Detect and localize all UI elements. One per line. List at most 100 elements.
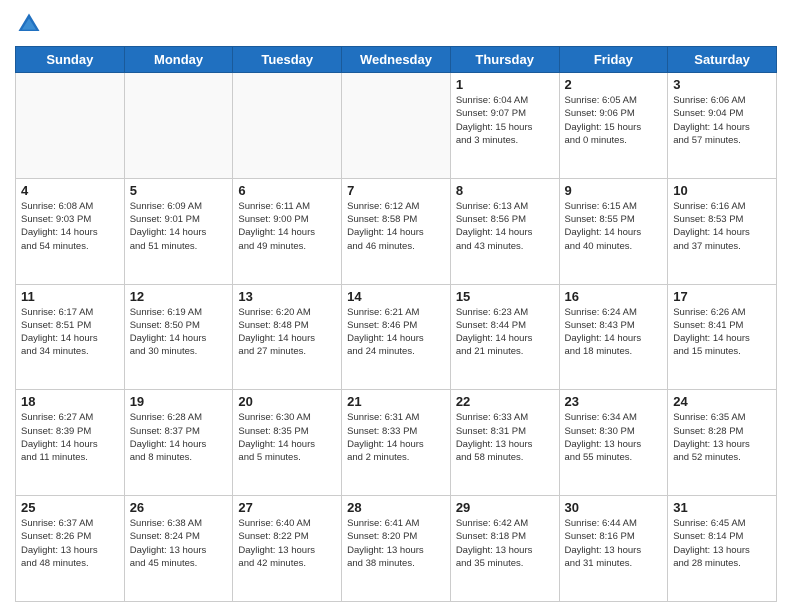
day-number: 21 [347, 394, 445, 409]
calendar-cell: 28 Sunrise: 6:41 AM Sunset: 8:20 PM Dayli… [342, 496, 451, 602]
calendar-cell: 16 Sunrise: 6:24 AM Sunset: 8:43 PM Dayli… [559, 284, 668, 390]
day-info: Sunrise: 6:35 AM Sunset: 8:28 PM Dayligh… [673, 411, 771, 464]
day-info: Sunrise: 6:34 AM Sunset: 8:30 PM Dayligh… [565, 411, 663, 464]
calendar-cell: 3 Sunrise: 6:06 AM Sunset: 9:04 PM Daylig… [668, 73, 777, 179]
calendar-header-row: SundayMondayTuesdayWednesdayThursdayFrid… [16, 47, 777, 73]
day-number: 27 [238, 500, 336, 515]
header [15, 10, 777, 38]
calendar-cell: 1 Sunrise: 6:04 AM Sunset: 9:07 PM Daylig… [450, 73, 559, 179]
calendar-cell: 18 Sunrise: 6:27 AM Sunset: 8:39 PM Dayli… [16, 390, 125, 496]
day-number: 29 [456, 500, 554, 515]
day-number: 6 [238, 183, 336, 198]
day-info: Sunrise: 6:28 AM Sunset: 8:37 PM Dayligh… [130, 411, 228, 464]
calendar-cell: 23 Sunrise: 6:34 AM Sunset: 8:30 PM Dayli… [559, 390, 668, 496]
day-number: 28 [347, 500, 445, 515]
day-number: 16 [565, 289, 663, 304]
calendar-cell: 22Sunrise: 6:33 AM Sunset: 8:31 PM Dayli… [450, 390, 559, 496]
day-number: 26 [130, 500, 228, 515]
calendar-cell: 11 Sunrise: 6:17 AM Sunset: 8:51 PM Dayli… [16, 284, 125, 390]
day-number: 2 [565, 77, 663, 92]
day-number: 7 [347, 183, 445, 198]
day-number: 14 [347, 289, 445, 304]
day-number: 3 [673, 77, 771, 92]
day-number: 19 [130, 394, 228, 409]
day-number: 1 [456, 77, 554, 92]
day-info: Sunrise: 6:40 AM Sunset: 8:22 PM Dayligh… [238, 517, 336, 570]
calendar-cell [16, 73, 125, 179]
calendar-header-saturday: Saturday [668, 47, 777, 73]
calendar-table: SundayMondayTuesdayWednesdayThursdayFrid… [15, 46, 777, 602]
day-number: 15 [456, 289, 554, 304]
day-info: Sunrise: 6:16 AM Sunset: 8:53 PM Dayligh… [673, 200, 771, 253]
page: SundayMondayTuesdayWednesdayThursdayFrid… [0, 0, 792, 612]
day-info: Sunrise: 6:20 AM Sunset: 8:48 PM Dayligh… [238, 306, 336, 359]
calendar-cell: 30 Sunrise: 6:44 AM Sunset: 8:16 PM Dayli… [559, 496, 668, 602]
day-info: Sunrise: 6:04 AM Sunset: 9:07 PM Dayligh… [456, 94, 554, 147]
day-info: Sunrise: 6:30 AM Sunset: 8:35 PM Dayligh… [238, 411, 336, 464]
day-number: 11 [21, 289, 119, 304]
day-number: 20 [238, 394, 336, 409]
day-info: Sunrise: 6:31 AM Sunset: 8:33 PM Dayligh… [347, 411, 445, 464]
calendar-cell: 12Sunrise: 6:19 AM Sunset: 8:50 PM Dayli… [124, 284, 233, 390]
day-info: Sunrise: 6:19 AM Sunset: 8:50 PM Dayligh… [130, 306, 228, 359]
day-number: 9 [565, 183, 663, 198]
calendar-cell: 14Sunrise: 6:21 AM Sunset: 8:46 PM Dayli… [342, 284, 451, 390]
calendar-week-2: 4 Sunrise: 6:08 AM Sunset: 9:03 PM Daylig… [16, 178, 777, 284]
day-info: Sunrise: 6:12 AM Sunset: 8:58 PM Dayligh… [347, 200, 445, 253]
day-info: Sunrise: 6:13 AM Sunset: 8:56 PM Dayligh… [456, 200, 554, 253]
day-number: 5 [130, 183, 228, 198]
calendar-header-wednesday: Wednesday [342, 47, 451, 73]
day-number: 23 [565, 394, 663, 409]
day-number: 31 [673, 500, 771, 515]
day-info: Sunrise: 6:11 AM Sunset: 9:00 PM Dayligh… [238, 200, 336, 253]
calendar-cell: 26 Sunrise: 6:38 AM Sunset: 8:24 PM Dayli… [124, 496, 233, 602]
calendar-cell: 19 Sunrise: 6:28 AM Sunset: 8:37 PM Dayli… [124, 390, 233, 496]
calendar-cell: 9Sunrise: 6:15 AM Sunset: 8:55 PM Daylig… [559, 178, 668, 284]
day-number: 17 [673, 289, 771, 304]
day-info: Sunrise: 6:38 AM Sunset: 8:24 PM Dayligh… [130, 517, 228, 570]
calendar-cell: 4 Sunrise: 6:08 AM Sunset: 9:03 PM Daylig… [16, 178, 125, 284]
calendar-cell: 20 Sunrise: 6:30 AM Sunset: 8:35 PM Dayli… [233, 390, 342, 496]
calendar-header-monday: Monday [124, 47, 233, 73]
day-info: Sunrise: 6:44 AM Sunset: 8:16 PM Dayligh… [565, 517, 663, 570]
calendar-week-1: 1 Sunrise: 6:04 AM Sunset: 9:07 PM Daylig… [16, 73, 777, 179]
calendar-cell: 7 Sunrise: 6:12 AM Sunset: 8:58 PM Daylig… [342, 178, 451, 284]
calendar-cell: 17 Sunrise: 6:26 AM Sunset: 8:41 PM Dayli… [668, 284, 777, 390]
calendar-cell: 15 Sunrise: 6:23 AM Sunset: 8:44 PM Dayli… [450, 284, 559, 390]
calendar-cell [233, 73, 342, 179]
calendar-cell: 2Sunrise: 6:05 AM Sunset: 9:06 PM Daylig… [559, 73, 668, 179]
day-info: Sunrise: 6:08 AM Sunset: 9:03 PM Dayligh… [21, 200, 119, 253]
day-number: 4 [21, 183, 119, 198]
day-number: 13 [238, 289, 336, 304]
day-number: 22 [456, 394, 554, 409]
calendar-week-5: 25Sunrise: 6:37 AM Sunset: 8:26 PM Dayli… [16, 496, 777, 602]
day-info: Sunrise: 6:41 AM Sunset: 8:20 PM Dayligh… [347, 517, 445, 570]
calendar-week-3: 11 Sunrise: 6:17 AM Sunset: 8:51 PM Dayli… [16, 284, 777, 390]
day-info: Sunrise: 6:06 AM Sunset: 9:04 PM Dayligh… [673, 94, 771, 147]
calendar-cell [342, 73, 451, 179]
calendar-header-friday: Friday [559, 47, 668, 73]
calendar-cell: 31Sunrise: 6:45 AM Sunset: 8:14 PM Dayli… [668, 496, 777, 602]
day-number: 30 [565, 500, 663, 515]
day-info: Sunrise: 6:24 AM Sunset: 8:43 PM Dayligh… [565, 306, 663, 359]
calendar-cell: 27 Sunrise: 6:40 AM Sunset: 8:22 PM Dayli… [233, 496, 342, 602]
calendar-cell: 10 Sunrise: 6:16 AM Sunset: 8:53 PM Dayli… [668, 178, 777, 284]
calendar-header-thursday: Thursday [450, 47, 559, 73]
day-info: Sunrise: 6:42 AM Sunset: 8:18 PM Dayligh… [456, 517, 554, 570]
calendar-cell: 25Sunrise: 6:37 AM Sunset: 8:26 PM Dayli… [16, 496, 125, 602]
day-info: Sunrise: 6:27 AM Sunset: 8:39 PM Dayligh… [21, 411, 119, 464]
day-number: 24 [673, 394, 771, 409]
day-info: Sunrise: 6:23 AM Sunset: 8:44 PM Dayligh… [456, 306, 554, 359]
logo [15, 10, 47, 38]
calendar-cell: 24 Sunrise: 6:35 AM Sunset: 8:28 PM Dayli… [668, 390, 777, 496]
day-number: 10 [673, 183, 771, 198]
calendar-cell: 5Sunrise: 6:09 AM Sunset: 9:01 PM Daylig… [124, 178, 233, 284]
calendar-cell: 21 Sunrise: 6:31 AM Sunset: 8:33 PM Dayli… [342, 390, 451, 496]
day-number: 18 [21, 394, 119, 409]
calendar-cell: 29 Sunrise: 6:42 AM Sunset: 8:18 PM Dayli… [450, 496, 559, 602]
day-info: Sunrise: 6:37 AM Sunset: 8:26 PM Dayligh… [21, 517, 119, 570]
calendar-cell: 8Sunrise: 6:13 AM Sunset: 8:56 PM Daylig… [450, 178, 559, 284]
day-info: Sunrise: 6:17 AM Sunset: 8:51 PM Dayligh… [21, 306, 119, 359]
day-info: Sunrise: 6:26 AM Sunset: 8:41 PM Dayligh… [673, 306, 771, 359]
calendar-cell [124, 73, 233, 179]
